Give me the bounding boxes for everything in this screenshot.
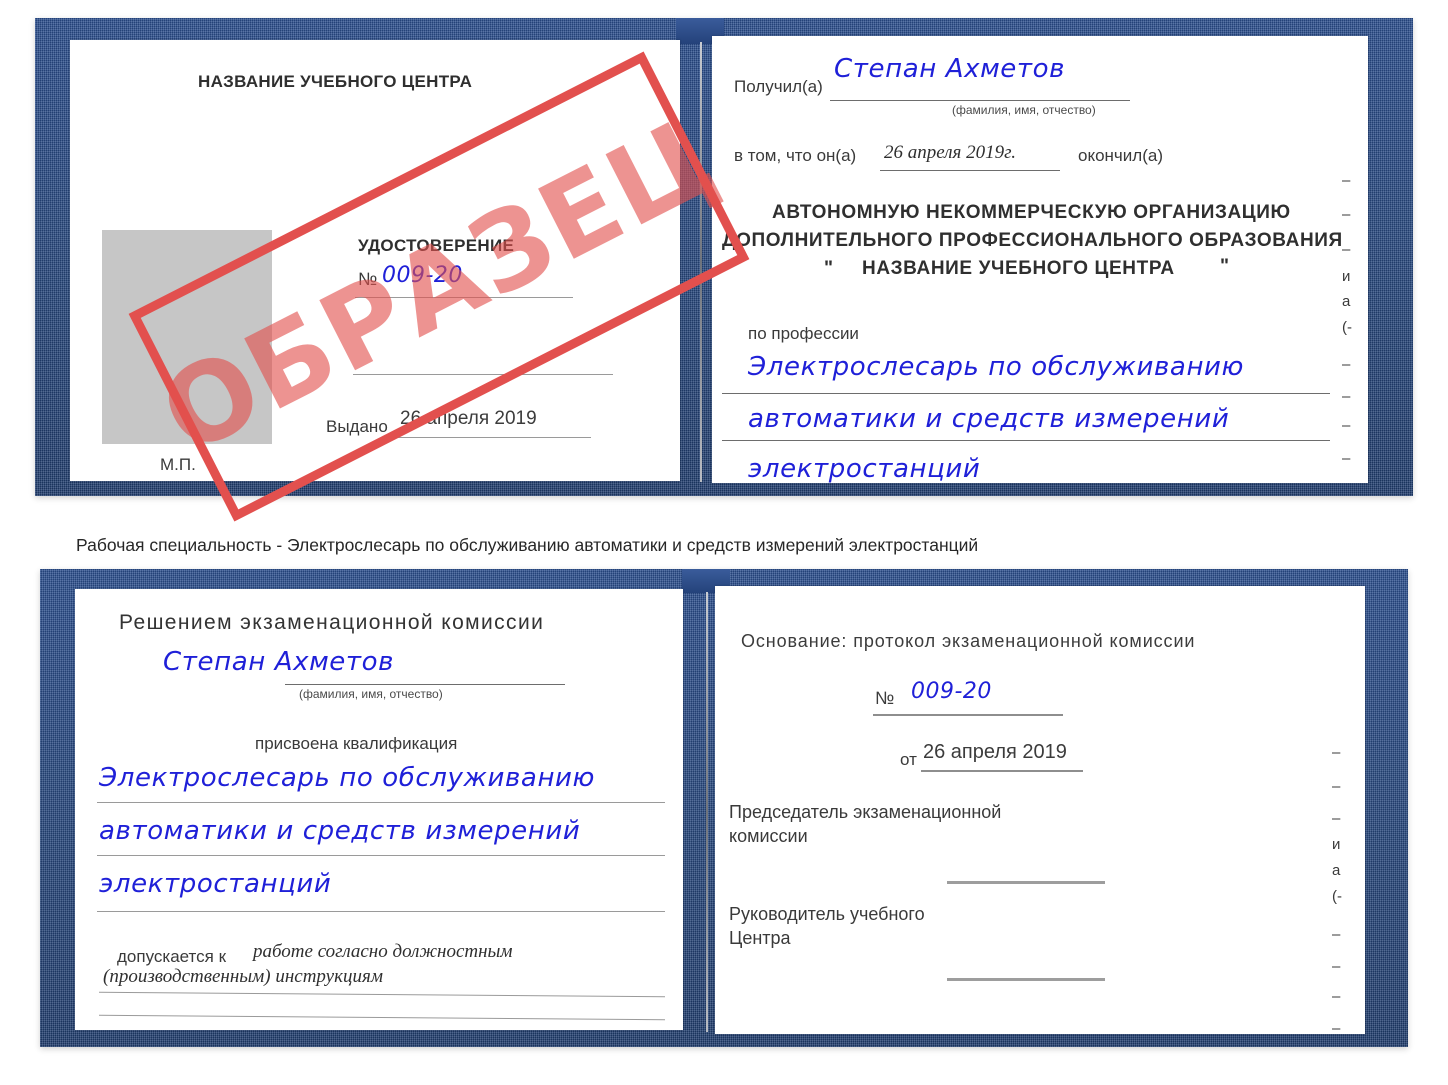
photo-placeholder (102, 230, 272, 444)
profession-line-2: автоматики и средств измерений (748, 404, 1230, 434)
qualification-line-2: автоматики и средств измерений (99, 816, 581, 846)
certificate-top-left-page: НАЗВАНИЕ УЧЕБНОГО ЦЕНТРА УДОСТОВЕРЕНИЕ №… (70, 40, 680, 481)
name-hint-bottom: (фамилия, имя, отчество) (299, 687, 443, 701)
margin-fragment: (- (1342, 319, 1352, 336)
head-line-1: Руководитель учебного (729, 904, 925, 924)
margin-fragment: и (1342, 268, 1351, 285)
chairman-signature-rule (947, 881, 1105, 884)
bottom-name-value: Степан Ахметов (163, 647, 395, 677)
in-that-label: в том, что он(а) (734, 146, 857, 165)
completion-date-rule (880, 170, 1060, 171)
margin-fragment: – (1332, 958, 1341, 975)
top-left-number-rule (355, 297, 573, 298)
bottom-name-rule (285, 684, 565, 685)
qualification-label: присвоена квалификация (255, 734, 458, 753)
admitted-rule-2 (99, 1014, 665, 1021)
decision-heading: Решением экзаменационной комиссии (119, 611, 545, 634)
received-rule (830, 100, 1130, 101)
top-left-issued-value: 26 апреля 2019 (400, 408, 537, 429)
profession-rule-2 (722, 440, 1330, 441)
margin-fragment: – (1332, 988, 1341, 1005)
certificate-bottom-left-page: Решением экзаменационной комиссии Степан… (75, 589, 683, 1030)
basis-number-rule (873, 714, 1063, 716)
certificate-top-right-page: Получил(а) Степан Ахметов (фамилия, имя,… (712, 36, 1368, 484)
org-quote-open: " (824, 258, 834, 279)
margin-fragment: и (1332, 836, 1341, 853)
org-line-3: НАЗВАНИЕ УЧЕБНОГО ЦЕНТРА (862, 258, 1175, 279)
certificate-bottom-right-page: Основание: протокол экзаменационной коми… (715, 586, 1365, 1037)
admitted-value-2: (производственным) инструкциям (103, 966, 383, 987)
top-left-issued-label: Выдано (326, 417, 388, 436)
basis-number-value: 009-20 (911, 679, 992, 704)
qualification-rule-1 (97, 802, 665, 803)
basis-label: Основание: протокол экзаменационной коми… (741, 631, 1196, 651)
basis-date-prefix: от (900, 750, 917, 769)
margin-fragment: а (1342, 293, 1351, 310)
certificate-top-spine (700, 42, 702, 482)
margin-fragment: – (1342, 206, 1351, 223)
top-left-blank-rule (353, 374, 613, 375)
top-left-number-value: 009-20 (382, 263, 463, 288)
margin-fragment: (- (1332, 888, 1342, 905)
head-line-2: Центра (729, 928, 791, 948)
org-quote-close: " (1220, 256, 1230, 277)
margin-fragment: – (1332, 778, 1341, 795)
margin-fragment: – (1342, 172, 1351, 189)
basis-date-value: 26 апреля 2019 (923, 741, 1067, 763)
top-left-number-prefix: № (358, 269, 378, 289)
admitted-value-1: работе согласно должностным (253, 941, 513, 962)
profession-rule-1 (722, 393, 1330, 394)
top-left-center-name: НАЗВАНИЕ УЧЕБНОГО ЦЕНТРА (198, 72, 473, 91)
margin-fragment: – (1332, 1020, 1341, 1037)
received-value: Степан Ахметов (834, 54, 1066, 84)
admitted-rule-1 (99, 991, 665, 998)
profession-line-1: Электрослесарь по обслуживанию (748, 352, 1245, 382)
org-line-1: АВТОНОМНУЮ НЕКОММЕРЧЕСКУЮ ОРГАНИЗАЦИЮ (772, 202, 1291, 223)
screenshot-canvas: НАЗВАНИЕ УЧЕБНОГО ЦЕНТРА УДОСТОВЕРЕНИЕ №… (0, 0, 1448, 1085)
profession-line-3: электростанций (748, 454, 981, 484)
qualification-line-3: электростанций (99, 869, 332, 899)
page-caption: Рабочая специальность - Электрослесарь п… (76, 535, 979, 555)
basis-number-prefix: № (875, 688, 895, 708)
margin-fragment: а (1332, 862, 1341, 879)
margin-fragment: – (1332, 926, 1341, 943)
qualification-line-1: Электрослесарь по обслуживанию (99, 763, 596, 793)
completion-date: 26 апреля 2019г. (884, 142, 1016, 163)
margin-fragment: – (1332, 744, 1341, 761)
org-line-2: ДОПОЛНИТЕЛЬНОГО ПРОФЕССИОНАЛЬНОГО ОБРАЗО… (722, 230, 1343, 251)
chairman-line-1: Председатель экзаменационной (729, 802, 1002, 822)
name-hint-top: (фамилия, имя, отчество) (952, 103, 1096, 117)
margin-fragment: – (1332, 810, 1341, 827)
basis-date-rule (921, 770, 1083, 772)
margin-fragment: – (1342, 356, 1351, 373)
certificate-bottom-spine (706, 592, 708, 1032)
received-label: Получил(а) (734, 77, 823, 96)
top-left-seal-label: М.П. (160, 455, 196, 474)
qualification-rule-3 (97, 911, 665, 912)
margin-fragment: – (1342, 450, 1351, 467)
graduated-label: окончил(а) (1078, 146, 1163, 165)
admitted-label: допускается к (117, 947, 227, 966)
top-left-title: УДОСТОВЕРЕНИЕ (358, 236, 515, 255)
head-signature-rule (947, 978, 1105, 981)
margin-fragment: – (1342, 417, 1351, 434)
margin-fragment: – (1342, 388, 1351, 405)
profession-label: по профессии (748, 324, 859, 343)
qualification-rule-2 (97, 855, 665, 856)
chairman-line-2: комиссии (729, 826, 808, 846)
top-left-issued-rule (396, 437, 591, 438)
margin-fragment: – (1342, 241, 1351, 258)
